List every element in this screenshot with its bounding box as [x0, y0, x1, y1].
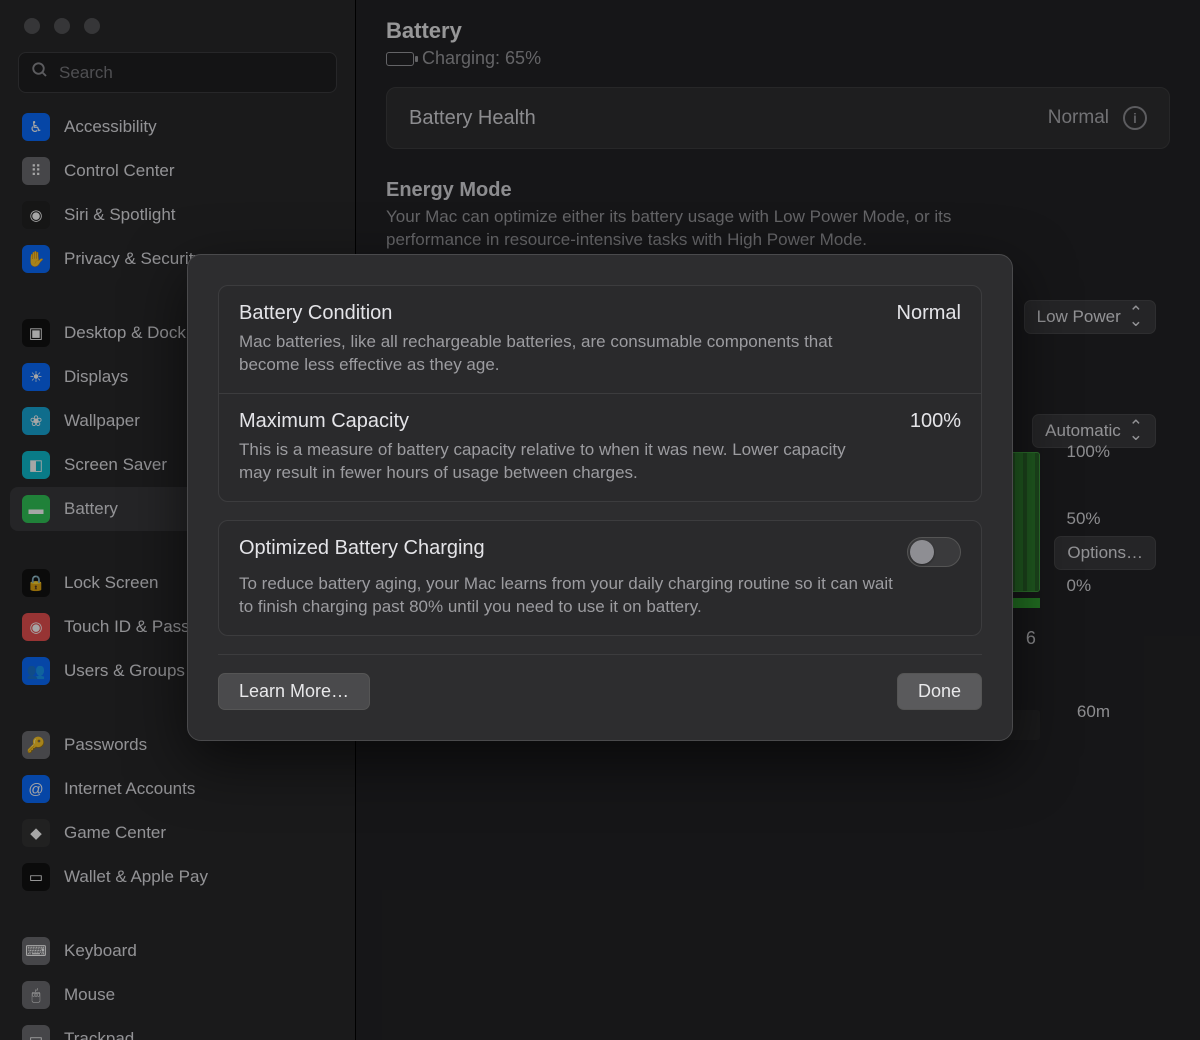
battery-condition-value: Normal [897, 302, 961, 325]
battery-condition-row: Battery Condition Normal Mac batteries, … [219, 286, 981, 394]
modal-overlay: Battery Condition Normal Mac batteries, … [0, 0, 1200, 1040]
optimized-charging-toggle[interactable] [907, 537, 961, 567]
maximum-capacity-value: 100% [910, 410, 961, 433]
battery-condition-desc: Mac batteries, like all rechargeable bat… [239, 331, 879, 377]
maximum-capacity-title: Maximum Capacity [239, 410, 409, 433]
maximum-capacity-desc: This is a measure of battery capacity re… [239, 439, 879, 485]
optimized-charging-row: Optimized Battery Charging To reduce bat… [219, 521, 981, 635]
optimized-charging-desc: To reduce battery aging, your Mac learns… [239, 573, 899, 619]
battery-condition-title: Battery Condition [239, 302, 392, 325]
learn-more-button[interactable]: Learn More… [218, 673, 370, 710]
toggle-knob [910, 540, 934, 564]
optimized-charging-title: Optimized Battery Charging [239, 537, 485, 560]
done-button[interactable]: Done [897, 673, 982, 710]
maximum-capacity-row: Maximum Capacity 100% This is a measure … [219, 394, 981, 501]
battery-health-sheet: Battery Condition Normal Mac batteries, … [187, 254, 1013, 741]
